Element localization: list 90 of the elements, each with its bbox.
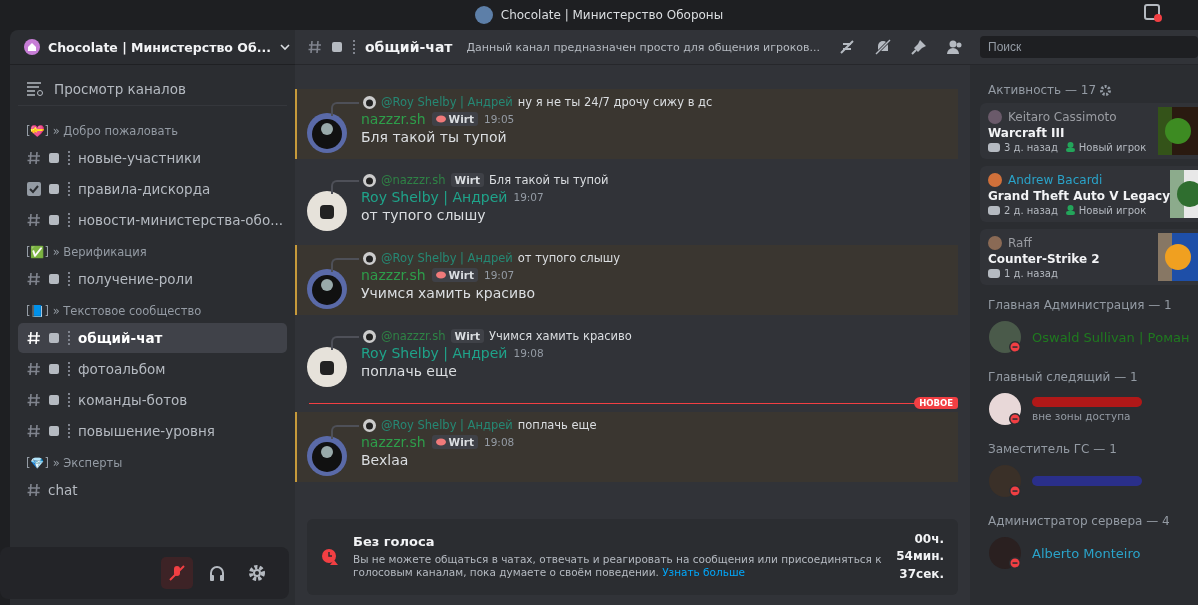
role-tag: Wirt [450,329,484,343]
reply-text: ну я не ты 24/7 дрочу сижу в дс [517,95,713,109]
reply-author[interactable]: @Roy Shelby | Андрей [381,95,513,109]
channel-item[interactable]: общий-чат [18,323,287,353]
notice-text: Вы не можете общаться в чатах, отвечать и реагировать на сообщения или присоединяться к голосовым каналам, пока думаете о своём поведении. Узнать больше [353,552,883,581]
message-time: 19:08 [513,347,544,359]
learn-more-link[interactable]: Узнать больше [662,566,745,579]
channel-item[interactable]: правила-дискорда [18,174,287,204]
channel-item[interactable]: повышение-уровня [18,416,287,446]
reply-text: Бля такой ты тупой [488,173,609,187]
reply-author[interactable]: @nazzzr.sh [381,329,446,343]
timer-text: 00ч. [914,530,944,548]
activity-title: Активность — 17 [988,83,1097,97]
message-text: Бля такой ты тупой [361,129,508,145]
search-field[interactable]: Поиск [980,36,1198,58]
new-messages-tag: НОВОЕ [914,397,958,409]
channel-topic: Данный канал предназначен просто для общения игроков... [466,40,820,54]
reply-author[interactable]: @Roy Shelby | Андрей [381,251,513,265]
channel-name: chat [48,482,78,498]
window-title: Chocolate | Министерство Обороны [500,8,724,22]
category-header[interactable]: [💎] » Эксперты [18,452,287,474]
reply-author[interactable]: @Roy Shelby | Андрей [381,418,513,432]
message-time: 19:05 [484,113,515,125]
message-text: Учимся хамить красиво [361,285,535,301]
timer-text: 54мин. [896,548,944,566]
game-title: Counter-Strike 2 [988,251,1101,266]
member-name: Oswald Sullivan | Роман [1032,329,1190,345]
server-name: Chocolate | Министерство Об... [48,39,271,55]
member-name: Andrew Bacardi [1008,172,1103,187]
message-text: Bexlaa [361,452,410,468]
member-item[interactable]: вне зоны доступа [980,390,1198,428]
role-group-title: Главная Администрация — 1 [988,298,1173,312]
role-tag: Wirt [431,435,478,449]
activity-time: 2 д. назад [1004,204,1058,216]
member-name: Raff [1008,235,1032,250]
role-group-title: Заместитель ГС — 1 [988,442,1118,456]
message-text: от тупого слышу [361,207,487,223]
game-title: Grand Theft Auto V Legacy [988,188,1171,203]
timer-text: 37сек. [899,565,944,583]
notice-title: Без голоса [353,533,436,549]
member-name: Keitaro Cassimoto [1008,109,1117,124]
activity-card[interactable]: Andrew Bacardi Grand Theft Auto V Legacy 2 д. назад Новый игрок [980,166,1198,222]
reply-text: поплачь еще [517,418,597,432]
channel-item[interactable]: новости-министерства-обо... [18,205,287,235]
new-player-label: Новый игрок [1078,204,1147,216]
channel-item[interactable]: фотоальбом [18,354,287,384]
reply-text: от тупого слышу [517,251,621,265]
channel-item[interactable]: получение-роли [18,264,287,294]
message-text: поплачь еще [361,363,458,379]
activity-time: 1 д. назад [1004,267,1058,279]
reply-text: Учимся хамить красиво [488,329,632,343]
role-group-title: Главный следящий — 1 [988,370,1139,384]
game-title: Warcraft III [988,125,1066,140]
role-tag: Wirt [450,173,484,187]
message-author[interactable]: Roy Shelby | Андрей [361,345,508,361]
channel-name: повышение-уровня [78,423,215,439]
activity-card[interactable]: Raff Counter-Strike 2 1 д. назад [980,229,1198,285]
channel-name: фотоальбом [78,361,166,377]
role-tag: Wirt [431,268,478,282]
channel-name: правила-дискорда [78,181,211,197]
message-author[interactable]: nazzzr.sh [361,267,426,283]
message-time: 19:07 [513,191,544,203]
channel-name: получение-роли [78,271,193,287]
message-author[interactable]: nazzzr.sh [361,434,426,450]
server-header[interactable]: Chocolate | Министерство Об... [10,30,295,65]
channel-name: общий-чат [78,330,163,346]
member-item[interactable]: Alberto Monteiro [980,534,1198,572]
message-author[interactable]: nazzzr.sh [361,111,426,127]
member-status: вне зоны доступа [1032,409,1132,422]
reply-author[interactable]: @nazzzr.sh [381,173,446,187]
message-time: 19:07 [484,269,515,281]
message-time: 19:08 [484,436,515,448]
role-tag: Wirt [431,112,478,126]
new-player-label: Новый игрок [1078,141,1147,153]
category-header[interactable]: [✅] » Верификация [18,241,287,263]
channel-name: новости-министерства-обо... [78,212,284,228]
channel-name: новые-участники [78,150,201,166]
activity-card[interactable]: Keitaro Cassimoto Warcraft III 3 д. назад Новый игрок [980,103,1198,159]
channel-title: общий-чат [365,39,453,55]
role-group-title: Администратор сервера — 4 [988,514,1171,528]
category-header[interactable]: [📘] » Текстовое сообщество [18,300,287,322]
browse-channels[interactable]: Просмотр каналов [18,73,287,106]
channel-item[interactable]: chat [18,475,287,505]
activity-time: 3 д. назад [1004,141,1058,153]
message-author[interactable]: Roy Shelby | Андрей [361,189,508,205]
channel-item[interactable]: новые-участники [18,143,287,173]
channel-name: команды-ботов [78,392,188,408]
category-header[interactable]: [💝] » Добро пожаловать [18,120,287,142]
member-name: Alberto Monteiro [1032,545,1141,561]
channel-item[interactable]: команды-ботов [18,385,287,415]
